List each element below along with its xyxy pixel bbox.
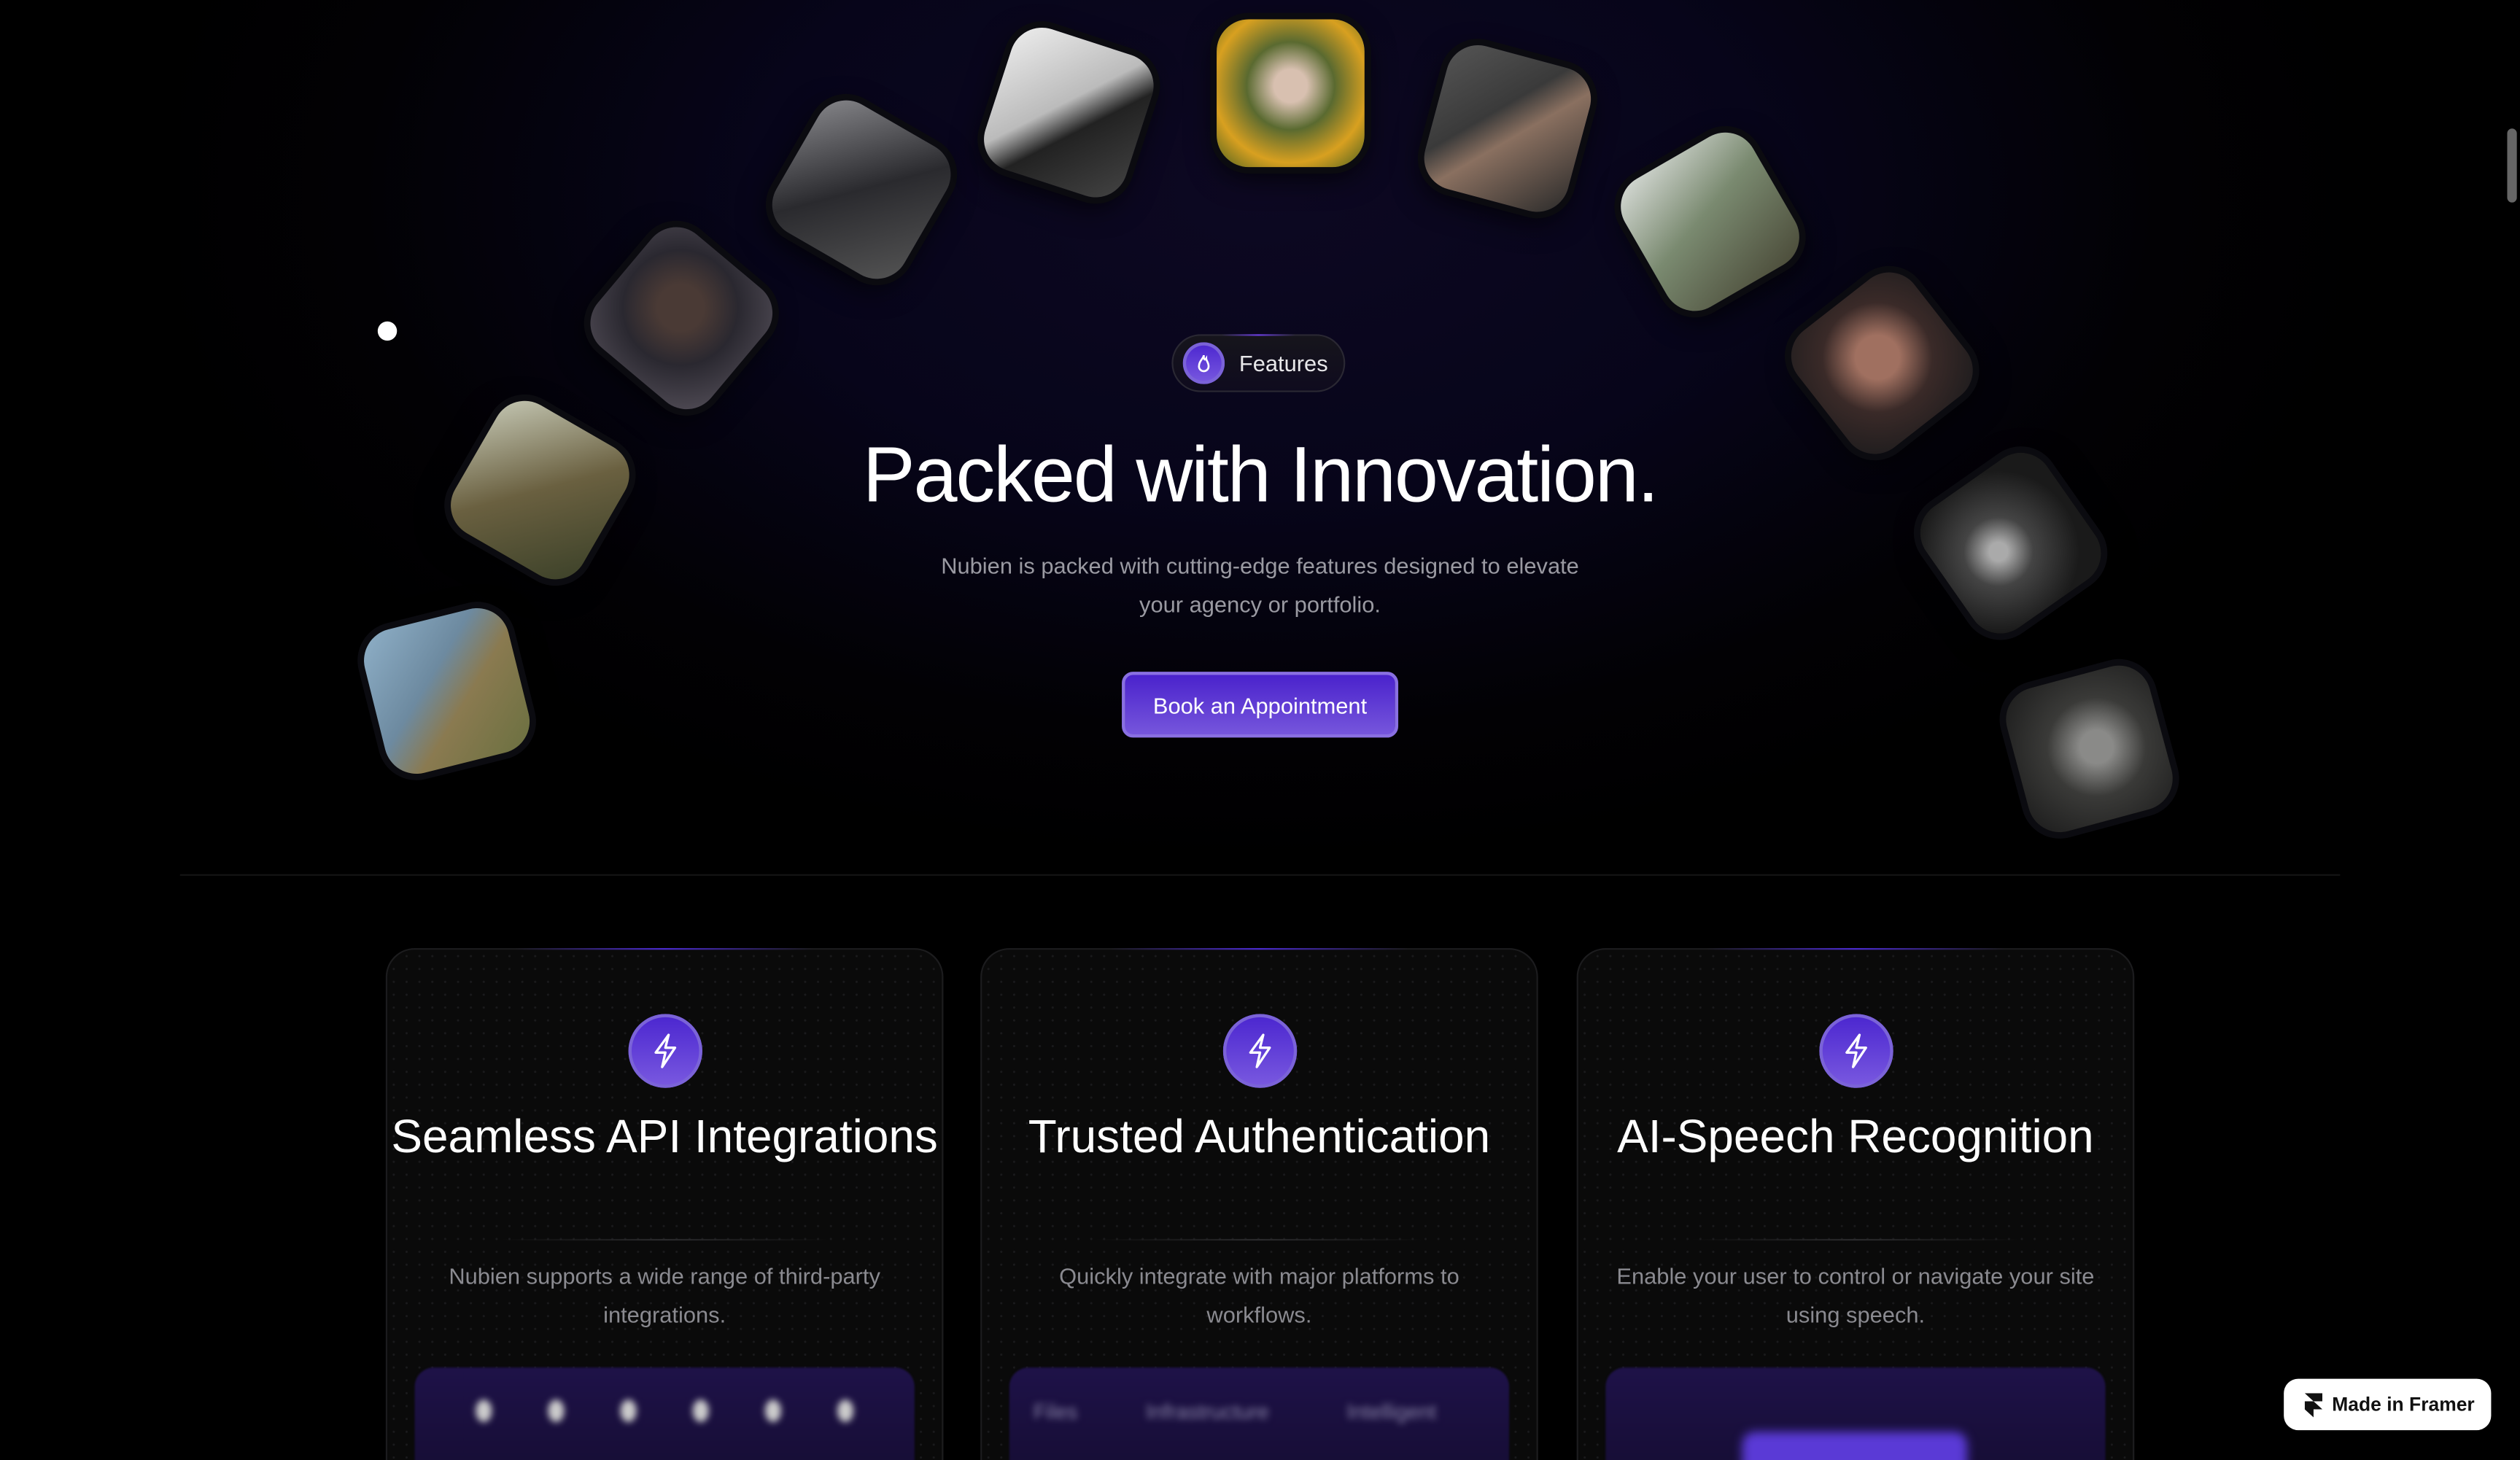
divider	[500, 1238, 830, 1241]
auth-preview: Files Infrastructure Intelligent	[1009, 1367, 1510, 1460]
divider	[1691, 1238, 2020, 1241]
book-appointment-button[interactable]: Book an Appointment	[1122, 672, 1399, 738]
feature-card: Trusted Authentication Quickly integrate…	[980, 948, 1538, 1460]
hero-subtitle: Nubien is packed with cutting-edge featu…	[941, 553, 1579, 618]
lightning-icon	[1819, 1014, 1893, 1088]
integration-logo-icon	[547, 1399, 564, 1423]
integration-logo-icon	[620, 1399, 637, 1423]
feature-card-description: Enable your user to control or navigate …	[1616, 1262, 2095, 1328]
preview-item: Files	[1033, 1399, 1078, 1424]
feature-card-title: Seamless API Integrations	[391, 1111, 938, 1164]
feature-card: Seamless API Integrations Nubien support…	[385, 948, 944, 1460]
integration-logo-icon	[475, 1399, 492, 1423]
scrollbar[interactable]	[2507, 128, 2517, 203]
integration-logo-icon	[692, 1399, 709, 1423]
features-badge: Features	[1171, 334, 1346, 392]
features-badge-label: Features	[1238, 350, 1328, 376]
feature-card-description: Nubien supports a wide range of third-pa…	[449, 1262, 880, 1328]
lightning-icon	[1222, 1014, 1298, 1088]
cursor-dot	[377, 321, 398, 341]
made-in-framer-badge[interactable]: Made in Framer	[2284, 1378, 2492, 1431]
preview-button	[1742, 1432, 1968, 1460]
preview-item: Infrastructure	[1146, 1399, 1269, 1424]
divider	[1094, 1238, 1424, 1241]
gallery-image	[1217, 19, 1365, 168]
preview-item: Intelligent	[1346, 1399, 1437, 1424]
feature-card-description: Quickly integrate with major platforms t…	[1059, 1262, 1459, 1328]
integration-logo-icon	[837, 1399, 854, 1423]
integration-logo-icon	[765, 1399, 782, 1423]
flame-icon	[1182, 342, 1225, 384]
page-title: Packed with Innovation.	[862, 432, 1659, 519]
feature-card: AI-Speech Recognition Enable your user t…	[1576, 948, 2135, 1460]
made-in-framer-label: Made in Framer	[2332, 1393, 2475, 1416]
speech-preview	[1605, 1367, 2106, 1460]
integrations-preview	[414, 1367, 915, 1460]
feature-card-title: AI-Speech Recognition	[1617, 1111, 2094, 1164]
lightning-icon	[628, 1014, 702, 1088]
framer-logo-icon	[2304, 1392, 2323, 1417]
page: Features Packed with Innovation. Nubien …	[0, 0, 2520, 1460]
feature-card-title: Trusted Authentication	[1028, 1111, 1491, 1164]
